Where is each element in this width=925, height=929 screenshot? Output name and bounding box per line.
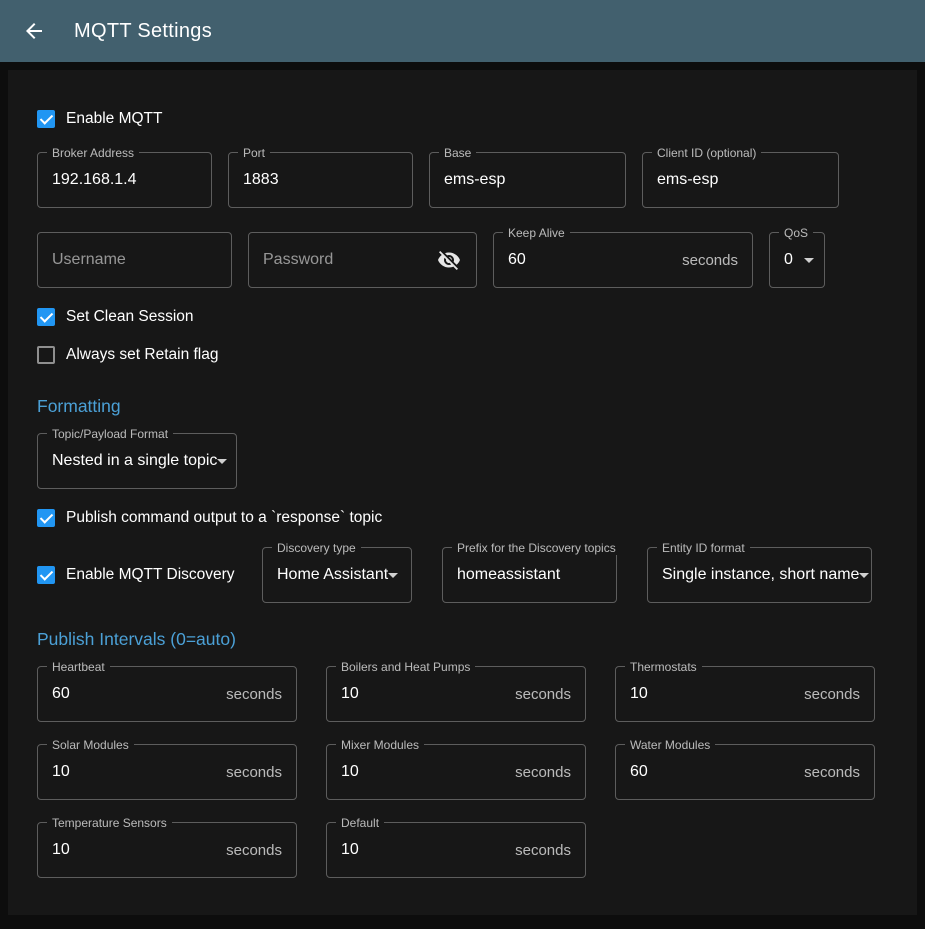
credentials-row: Keep Alive seconds QoS 0 [37, 232, 888, 288]
qos-label: QoS [779, 226, 813, 240]
chevron-down-icon [388, 573, 398, 578]
entity-id-format-label: Entity ID format [657, 541, 750, 555]
enable-mqtt-label: Enable MQTT [66, 110, 162, 128]
topic-format-select[interactable]: Topic/Payload Format Nested in a single … [37, 433, 237, 489]
solar-interval-label: Solar Modules [47, 738, 134, 752]
client-id-input[interactable] [657, 171, 824, 189]
discovery-type-value: Home Assistant [277, 566, 388, 584]
password-visibility-toggle[interactable] [436, 247, 462, 273]
publish-intervals-grid: Heartbeat seconds Boilers and Heat Pumps… [37, 666, 888, 878]
chevron-down-icon [859, 573, 869, 578]
entity-id-format-select[interactable]: Entity ID format Single instance, short … [647, 547, 872, 603]
solar-interval-input[interactable] [52, 763, 218, 781]
boilers-interval-field[interactable]: Boilers and Heat Pumps seconds [326, 666, 586, 722]
seconds-suffix: seconds [507, 686, 571, 703]
password-input[interactable] [263, 251, 436, 269]
keep-alive-input[interactable] [508, 251, 674, 269]
discovery-row: Enable MQTT Discovery Discovery type Hom… [37, 547, 888, 603]
broker-settings-row: Broker Address Port Base Client ID (opti… [37, 152, 888, 208]
base-input[interactable] [444, 171, 611, 189]
username-field[interactable] [37, 232, 232, 288]
heartbeat-interval-field[interactable]: Heartbeat seconds [37, 666, 297, 722]
port-label: Port [238, 146, 270, 160]
thermostats-interval-field[interactable]: Thermostats seconds [615, 666, 875, 722]
enable-discovery-row[interactable]: Enable MQTT Discovery [37, 556, 262, 594]
seconds-suffix: seconds [218, 842, 282, 859]
qos-value: 0 [784, 251, 793, 269]
retain-flag-checkbox[interactable] [37, 346, 55, 364]
keep-alive-field[interactable]: Keep Alive seconds [493, 232, 753, 288]
retain-flag-row[interactable]: Always set Retain flag [37, 336, 888, 374]
boilers-interval-label: Boilers and Heat Pumps [336, 660, 475, 674]
keep-alive-label: Keep Alive [503, 226, 570, 240]
app-bar: MQTT Settings [0, 0, 925, 62]
boilers-interval-input[interactable] [341, 685, 507, 703]
client-id-field[interactable]: Client ID (optional) [642, 152, 839, 208]
back-button[interactable] [14, 11, 54, 51]
chevron-down-icon [804, 258, 814, 263]
topic-format-value: Nested in a single topic [52, 452, 217, 470]
port-input[interactable] [243, 171, 398, 189]
clean-session-row[interactable]: Set Clean Session [37, 298, 888, 336]
water-interval-input[interactable] [630, 763, 796, 781]
discovery-prefix-input[interactable] [457, 566, 602, 584]
thermostats-interval-input[interactable] [630, 685, 796, 703]
enable-discovery-label: Enable MQTT Discovery [66, 566, 235, 584]
water-interval-label: Water Modules [625, 738, 715, 752]
broker-address-input[interactable] [52, 171, 197, 189]
default-interval-input[interactable] [341, 841, 507, 859]
seconds-suffix: seconds [674, 252, 738, 269]
settings-panel: Enable MQTT Broker Address Port Base Cli… [8, 70, 917, 915]
discovery-prefix-field[interactable]: Prefix for the Discovery topics [442, 547, 617, 603]
temperature-sensors-interval-input[interactable] [52, 841, 218, 859]
default-interval-label: Default [336, 816, 384, 830]
client-id-label: Client ID (optional) [652, 146, 761, 160]
enable-mqtt-row[interactable]: Enable MQTT [37, 100, 888, 138]
discovery-type-select[interactable]: Discovery type Home Assistant [262, 547, 412, 603]
mixer-interval-input[interactable] [341, 763, 507, 781]
temperature-sensors-interval-label: Temperature Sensors [47, 816, 172, 830]
water-interval-field[interactable]: Water Modules seconds [615, 744, 875, 800]
seconds-suffix: seconds [796, 764, 860, 781]
discovery-prefix-label: Prefix for the Discovery topics [452, 541, 621, 555]
clean-session-checkbox[interactable] [37, 308, 55, 326]
publish-response-label: Publish command output to a `response` t… [66, 509, 382, 527]
heartbeat-interval-input[interactable] [52, 685, 218, 703]
publish-intervals-heading: Publish Intervals (0=auto) [37, 629, 888, 650]
enable-mqtt-checkbox[interactable] [37, 110, 55, 128]
port-field[interactable]: Port [228, 152, 413, 208]
thermostats-interval-label: Thermostats [625, 660, 702, 674]
username-input[interactable] [52, 251, 217, 269]
broker-address-label: Broker Address [47, 146, 139, 160]
seconds-suffix: seconds [507, 842, 571, 859]
clean-session-label: Set Clean Session [66, 308, 194, 326]
base-label: Base [439, 146, 476, 160]
page-title: MQTT Settings [74, 20, 212, 43]
enable-discovery-checkbox[interactable] [37, 566, 55, 584]
temperature-sensors-interval-field[interactable]: Temperature Sensors seconds [37, 822, 297, 878]
mixer-interval-field[interactable]: Mixer Modules seconds [326, 744, 586, 800]
arrow-back-icon [22, 19, 46, 43]
seconds-suffix: seconds [796, 686, 860, 703]
visibility-off-icon [437, 248, 461, 272]
base-field[interactable]: Base [429, 152, 626, 208]
entity-id-format-value: Single instance, short name [662, 566, 859, 584]
mixer-interval-label: Mixer Modules [336, 738, 424, 752]
seconds-suffix: seconds [218, 764, 282, 781]
topic-format-label: Topic/Payload Format [47, 427, 173, 441]
retain-flag-label: Always set Retain flag [66, 346, 219, 364]
default-interval-field[interactable]: Default seconds [326, 822, 586, 878]
seconds-suffix: seconds [507, 764, 571, 781]
password-field[interactable] [248, 232, 477, 288]
solar-interval-field[interactable]: Solar Modules seconds [37, 744, 297, 800]
qos-select[interactable]: QoS 0 [769, 232, 825, 288]
broker-address-field[interactable]: Broker Address [37, 152, 212, 208]
discovery-type-label: Discovery type [272, 541, 361, 555]
heartbeat-interval-label: Heartbeat [47, 660, 110, 674]
chevron-down-icon [217, 459, 227, 464]
publish-response-checkbox[interactable] [37, 509, 55, 527]
formatting-heading: Formatting [37, 396, 888, 417]
seconds-suffix: seconds [218, 686, 282, 703]
publish-response-row[interactable]: Publish command output to a `response` t… [37, 499, 888, 537]
